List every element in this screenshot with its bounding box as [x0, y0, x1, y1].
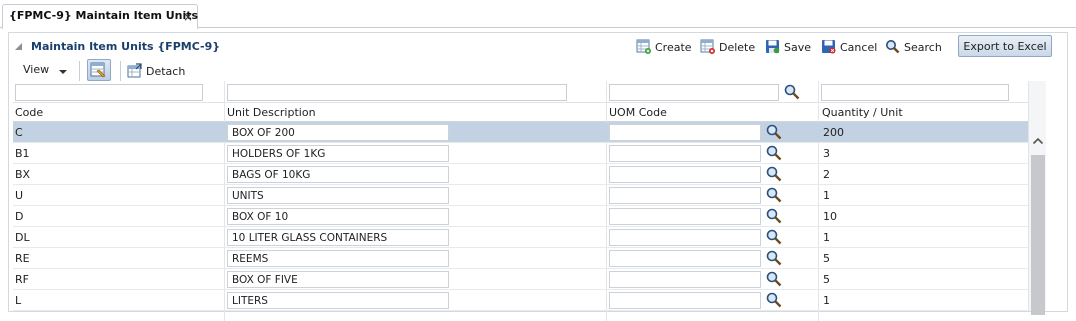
create-label: Create — [655, 41, 692, 54]
code-filter-input[interactable] — [15, 84, 203, 101]
column-header-uom[interactable]: UOM Code — [609, 106, 667, 119]
cell-quantity: 1 — [823, 189, 830, 202]
unit-description-field[interactable]: BOX OF FIVE — [227, 271, 449, 288]
magnifier-icon[interactable] — [765, 123, 783, 141]
create-icon — [636, 39, 651, 54]
magnifier-icon[interactable] — [765, 228, 783, 246]
tab-maintain-item-units[interactable]: {FPMC-9} Maintain Item Units × — [2, 4, 198, 29]
cell-code: RE — [15, 252, 30, 265]
tab-strip: {FPMC-9} Maintain Item Units × — [0, 0, 1076, 29]
description-filter-input[interactable] — [227, 84, 567, 101]
column-header-description[interactable]: Unit Description — [227, 106, 316, 119]
uom-code-field[interactable] — [609, 250, 761, 267]
maintain-item-units-panel: Maintain Item Units {FPMC-9} Create Dele… — [8, 32, 1068, 321]
magnifier-icon[interactable] — [765, 270, 783, 288]
table-header: Code Unit Description UOM Code Quantity … — [13, 103, 1033, 122]
filter-row — [13, 81, 1033, 103]
cancel-label: Cancel — [840, 41, 878, 54]
cell-quantity: 10 — [823, 210, 837, 223]
uom-filter-input[interactable] — [609, 84, 779, 101]
magnifier-icon[interactable] — [765, 186, 783, 204]
uom-code-field[interactable] — [609, 166, 761, 183]
delete-label: Delete — [719, 41, 756, 54]
unit-description-field[interactable]: BOX OF 10 — [227, 208, 449, 225]
column-header-code[interactable]: Code — [15, 106, 43, 119]
panel-title: Maintain Item Units {FPMC-9} — [31, 40, 221, 53]
table-row[interactable]: L LITERS 1 — [13, 290, 1033, 311]
cell-code: U — [15, 189, 24, 202]
tab-close-icon[interactable]: × — [183, 10, 193, 24]
magnifier-icon[interactable] — [765, 291, 783, 309]
cell-code: DL — [15, 231, 30, 244]
item-units-table: Code Unit Description UOM Code Quantity … — [13, 81, 1033, 321]
cell-quantity: 3 — [823, 147, 830, 160]
uom-code-field[interactable] — [609, 208, 761, 225]
detach-label: Detach — [146, 65, 186, 78]
detach-icon — [127, 63, 142, 78]
cell-quantity: 2 — [823, 168, 830, 181]
quantity-filter-input[interactable] — [821, 84, 1009, 101]
magnifier-icon[interactable] — [765, 249, 783, 267]
magnifier-icon[interactable] — [765, 165, 783, 183]
search-icon — [886, 40, 900, 54]
table-row[interactable]: U UNITS 1 — [13, 185, 1033, 206]
table-row[interactable]: B1 HOLDERS OF 1KG 3 — [13, 143, 1033, 164]
table-row[interactable]: BX BAGS OF 10KG 2 — [13, 164, 1033, 185]
chevron-down-icon — [59, 70, 67, 74]
magnifier-icon[interactable] — [783, 83, 801, 101]
cell-code: L — [15, 294, 22, 307]
uom-code-field[interactable] — [609, 145, 761, 162]
unit-description-field[interactable]: 10 LITER GLASS CONTAINERS — [227, 229, 449, 246]
cell-quantity: 1 — [823, 294, 830, 307]
table-row[interactable]: DL 10 LITER GLASS CONTAINERS 1 — [13, 227, 1033, 248]
unit-description-field[interactable]: HOLDERS OF 1KG — [227, 145, 449, 162]
save-icon — [766, 40, 780, 54]
column-header-quantity[interactable]: Quantity / Unit — [822, 106, 903, 119]
cell-code: D — [15, 210, 24, 223]
save-label: Save — [784, 41, 812, 54]
collapse-icon[interactable] — [15, 43, 22, 50]
table-row[interactable]: RE REEMS 5 — [13, 248, 1033, 269]
delete-icon — [700, 39, 715, 54]
cell-code: C — [15, 126, 23, 139]
vertical-scrollbar[interactable] — [1028, 81, 1046, 315]
cell-quantity: 5 — [823, 273, 830, 286]
cell-code: BX — [15, 168, 31, 181]
cancel-icon — [822, 40, 836, 54]
uom-code-field[interactable] — [609, 124, 761, 141]
cell-code: B1 — [15, 147, 30, 160]
unit-description-field[interactable]: BOX OF 200 — [227, 124, 449, 141]
table-row[interactable]: RF BOX OF FIVE 5 — [13, 269, 1033, 290]
uom-code-field[interactable] — [609, 229, 761, 246]
toolbar-divider — [120, 61, 121, 81]
export-to-excel-button[interactable]: Export to Excel — [958, 35, 1052, 57]
query-by-example-icon — [90, 62, 106, 78]
uom-code-field[interactable] — [609, 271, 761, 288]
table-row[interactable]: D BOX OF 10 10 — [13, 206, 1033, 227]
uom-code-field[interactable] — [609, 292, 761, 309]
magnifier-icon[interactable] — [765, 207, 783, 225]
search-label: Search — [904, 41, 942, 54]
unit-description-field[interactable]: UNITS — [227, 187, 449, 204]
unit-description-field[interactable]: BAGS OF 10KG — [227, 166, 449, 183]
unit-description-field[interactable]: REEMS — [227, 250, 449, 267]
cell-quantity: 5 — [823, 252, 830, 265]
tab-title: {FPMC-9} Maintain Item Units — [9, 9, 199, 22]
toolbar-divider — [79, 61, 80, 81]
unit-description-field[interactable]: LITERS — [227, 292, 449, 309]
query-by-example-button[interactable] — [87, 59, 111, 81]
magnifier-icon[interactable] — [765, 144, 783, 162]
chevron-up-icon[interactable] — [1032, 135, 1044, 147]
panel-header: Maintain Item Units {FPMC-9} Create Dele… — [9, 33, 1067, 59]
cell-quantity: 1 — [823, 231, 830, 244]
scrollbar-thumb[interactable] — [1031, 155, 1045, 315]
view-menu[interactable]: View — [23, 63, 49, 76]
cell-code: RF — [15, 273, 29, 286]
table-row[interactable]: C BOX OF 200 200 — [13, 122, 1033, 143]
uom-code-field[interactable] — [609, 187, 761, 204]
cell-quantity: 200 — [823, 126, 844, 139]
